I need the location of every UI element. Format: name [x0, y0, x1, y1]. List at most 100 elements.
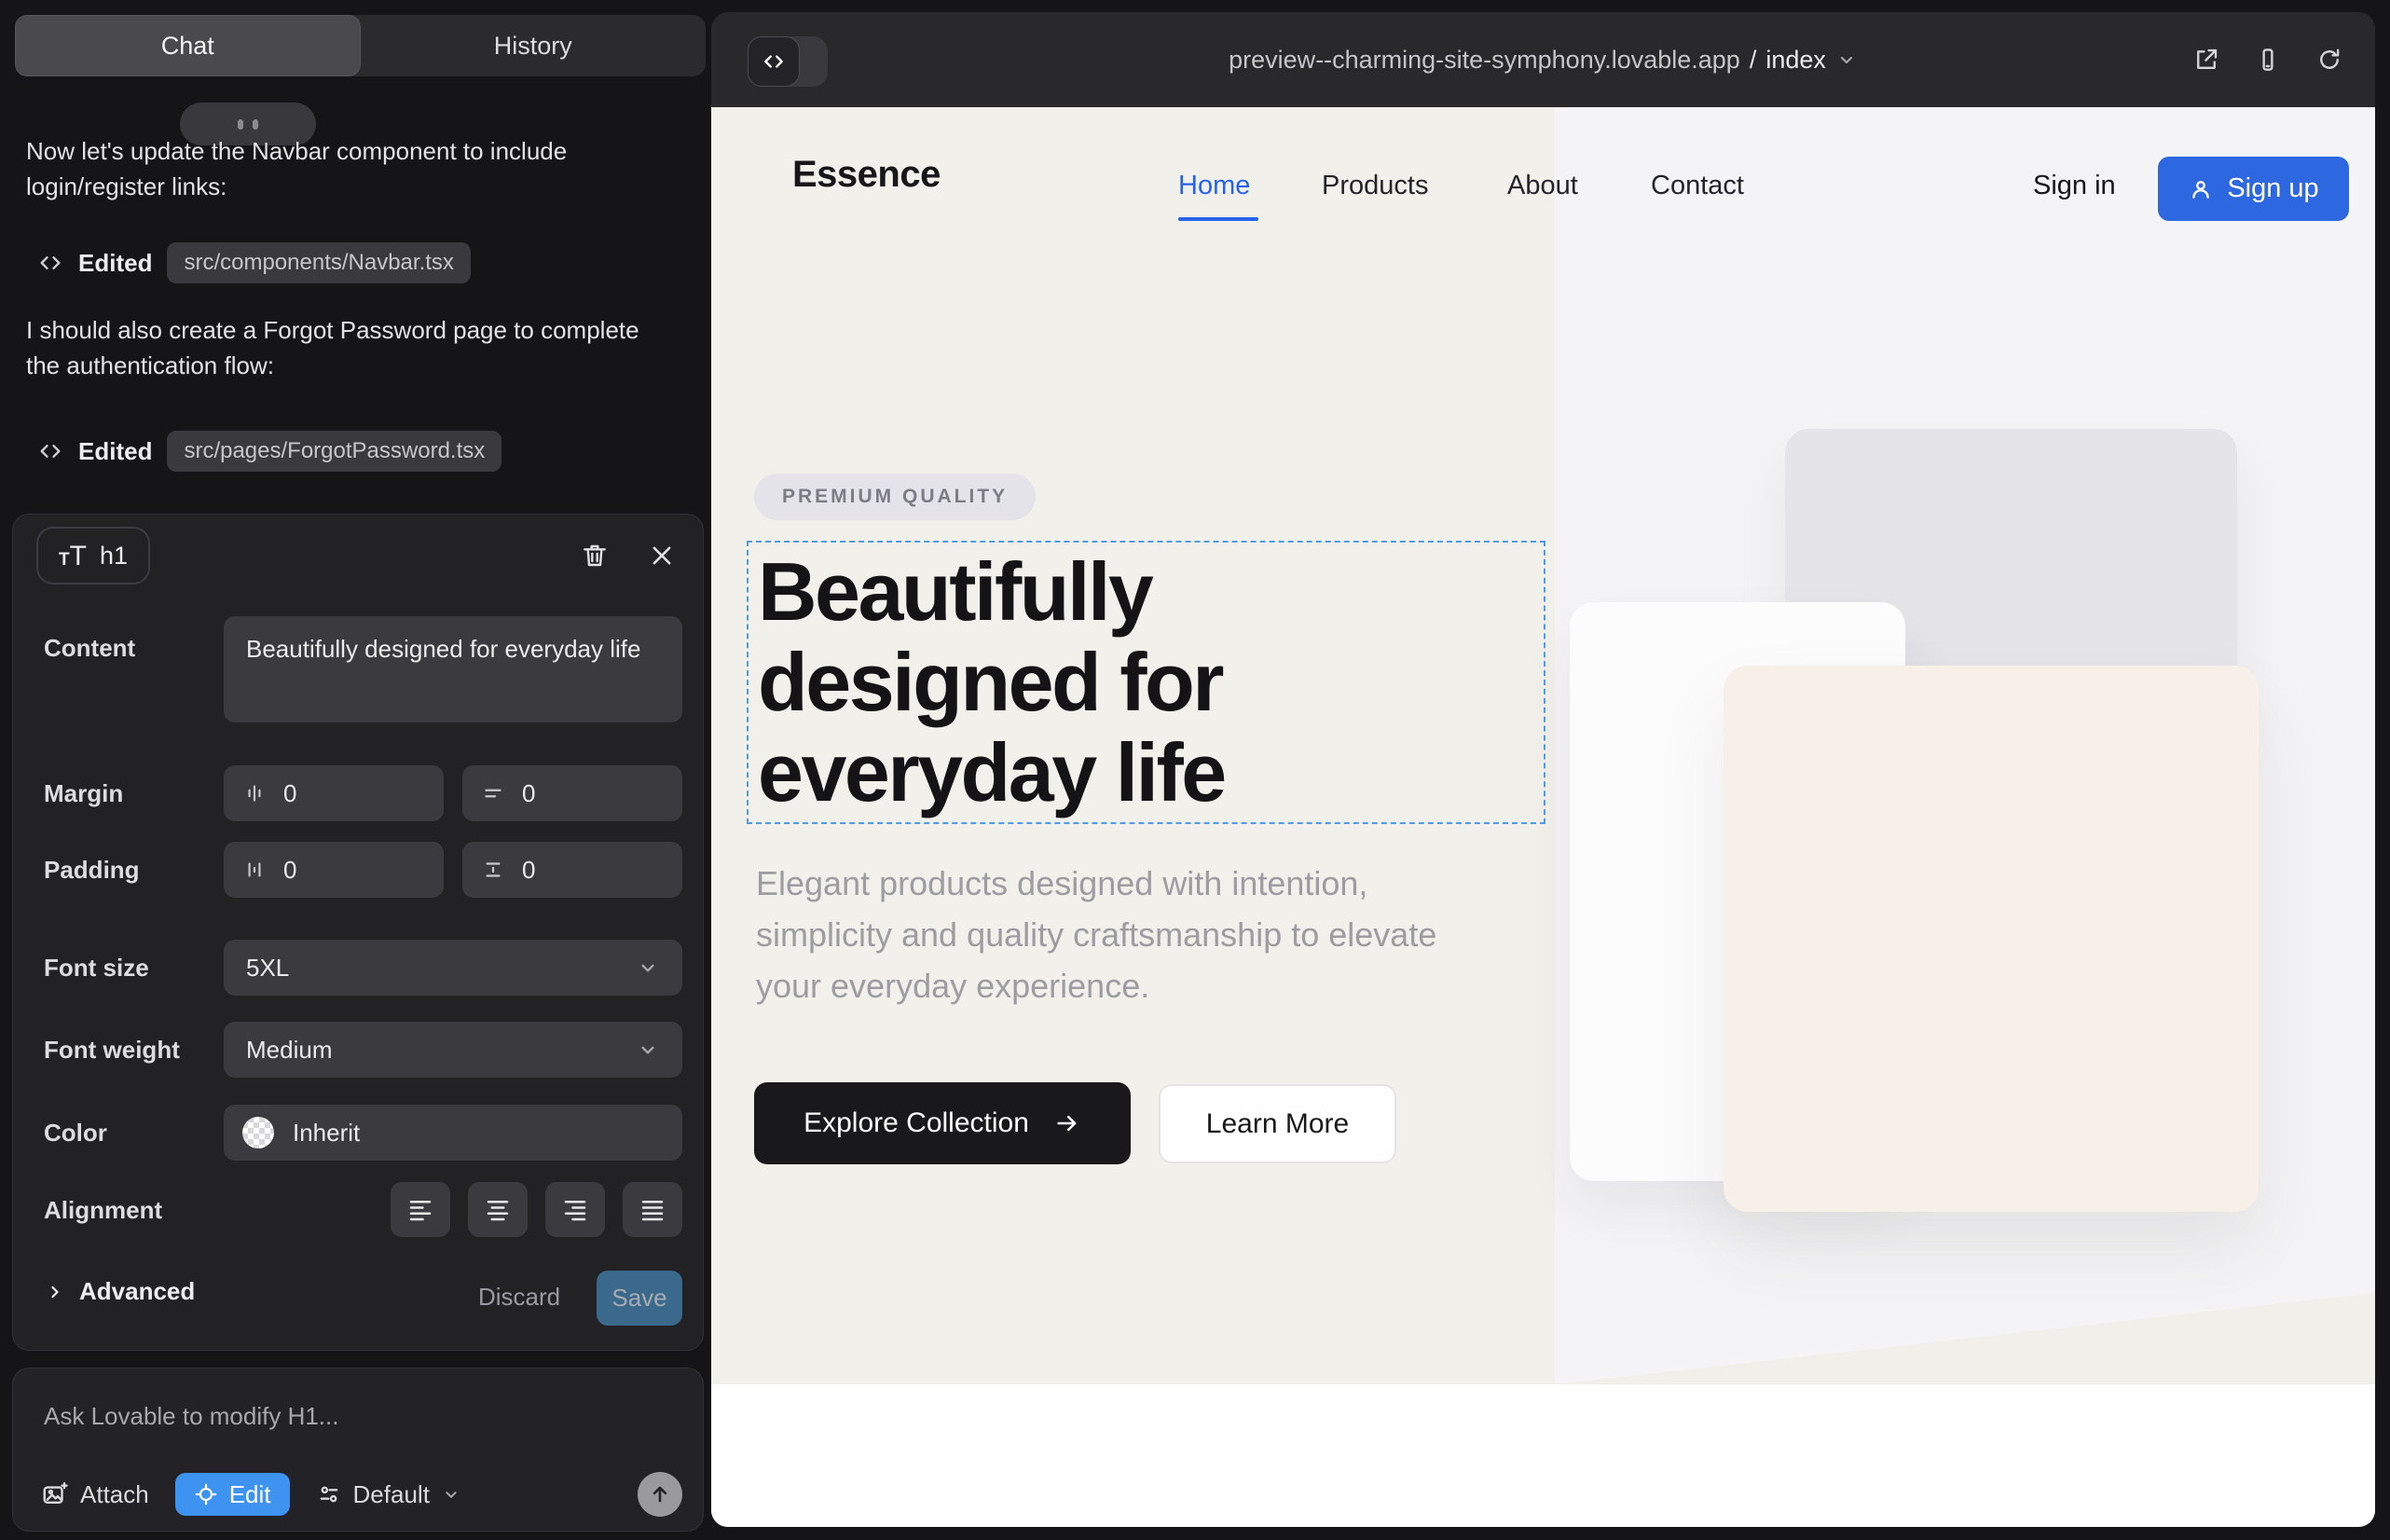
mobile-view-icon[interactable]	[2254, 46, 2282, 74]
file-chip[interactable]: src/components/Navbar.tsx	[167, 242, 470, 283]
sliders-icon	[316, 1481, 342, 1507]
hero-badge: PREMIUM QUALITY	[754, 474, 1036, 520]
edit-label: Edit	[229, 1480, 271, 1509]
color-label: Color	[44, 1119, 107, 1148]
chevron-down-icon	[636, 956, 660, 980]
margin-x-input[interactable]: 0	[224, 765, 444, 821]
margin-x-icon	[242, 781, 267, 805]
open-external-icon[interactable]	[2192, 46, 2220, 74]
padding-y-icon	[481, 858, 505, 882]
font-weight-select[interactable]: Medium	[224, 1022, 682, 1078]
chat-composer[interactable]: Ask Lovable to modify H1... Attach Edit …	[12, 1368, 704, 1532]
preview-window: preview--charming-site-symphony.lovable.…	[711, 12, 2375, 1527]
align-left-icon	[406, 1196, 434, 1224]
edited-file-row: Edited src/components/Navbar.tsx	[37, 241, 471, 285]
hero-description: Elegant products designed with intention…	[756, 858, 1492, 1011]
mode-label: Default	[353, 1480, 430, 1509]
nav-link-about[interactable]: About	[1507, 171, 1578, 201]
tab-chat[interactable]: Chat	[15, 15, 361, 76]
preview-toolbar	[2192, 12, 2343, 107]
margin-y-icon	[481, 781, 505, 805]
content-value: Beautifully designed for everyday life	[246, 633, 640, 666]
site-page: Essence Home Products About Contact Sign…	[711, 107, 2375, 1527]
send-button[interactable]	[638, 1472, 682, 1517]
close-icon[interactable]	[649, 543, 675, 569]
trash-icon[interactable]	[580, 541, 610, 571]
align-right-button[interactable]	[545, 1182, 605, 1237]
discard-button[interactable]: Discard	[478, 1283, 560, 1312]
arrow-right-icon	[1053, 1109, 1081, 1137]
save-button[interactable]: Save	[597, 1271, 682, 1326]
font-weight-value: Medium	[246, 1036, 332, 1065]
code-icon	[37, 250, 63, 276]
preview-url-bar[interactable]: preview--charming-site-symphony.lovable.…	[711, 12, 2375, 107]
send-arrow-icon	[648, 1482, 672, 1506]
advanced-label: Advanced	[79, 1277, 195, 1306]
edit-mode-button[interactable]: Edit	[175, 1473, 290, 1516]
advanced-toggle[interactable]: Advanced	[44, 1277, 195, 1306]
font-size-value: 5XL	[246, 954, 289, 983]
padding-x-icon	[242, 858, 267, 882]
sign-in-link[interactable]: Sign in	[2033, 171, 2116, 201]
decorative-card-cream	[1724, 666, 2259, 1212]
padding-x-input[interactable]: 0	[224, 842, 444, 898]
align-justify-icon	[639, 1196, 666, 1224]
mode-select[interactable]: Default	[316, 1480, 461, 1509]
chevron-down-icon	[636, 1038, 660, 1062]
margin-y-input[interactable]: 0	[462, 765, 682, 821]
edited-label: Edited	[78, 249, 152, 278]
selected-element-tag: TT h1	[36, 527, 150, 584]
font-size-label: Font size	[44, 954, 149, 983]
preview-url-domain: preview--charming-site-symphony.lovable.…	[1229, 46, 1740, 75]
align-right-icon	[561, 1196, 589, 1224]
nav-link-contact[interactable]: Contact	[1651, 171, 1744, 201]
color-select[interactable]: Inherit	[224, 1105, 682, 1161]
chat-message: I should also create a Forgot Password p…	[26, 313, 669, 383]
tab-history-label: History	[494, 32, 572, 61]
attach-button[interactable]: Attach	[41, 1480, 149, 1509]
padding-label: Padding	[44, 856, 140, 885]
padding-x-value: 0	[283, 856, 296, 885]
typography-icon: TT	[59, 543, 87, 569]
color-value: Inherit	[293, 1119, 360, 1148]
chevron-right-icon	[44, 1281, 66, 1303]
chevron-down-icon	[441, 1484, 461, 1505]
composer-input[interactable]: Ask Lovable to modify H1...	[44, 1402, 338, 1431]
refresh-icon[interactable]	[2315, 46, 2343, 74]
url-separator: /	[1750, 46, 1757, 75]
chat-tabbar: Chat History	[15, 15, 706, 76]
align-justify-button[interactable]	[623, 1182, 682, 1237]
chat-message: Now let's update the Navbar component to…	[26, 134, 669, 204]
alignment-label: Alignment	[44, 1196, 162, 1225]
margin-x-value: 0	[283, 779, 296, 808]
tab-chat-label: Chat	[161, 32, 214, 61]
align-center-button[interactable]	[468, 1182, 528, 1237]
code-icon	[37, 438, 63, 464]
site-logo[interactable]: Essence	[792, 154, 941, 196]
element-editor-panel: TT h1 Content Beautifully designed for e…	[12, 514, 704, 1351]
learn-more-label: Learn More	[1206, 1108, 1349, 1140]
save-label: Save	[611, 1284, 666, 1313]
explore-collection-button[interactable]: Explore Collection	[754, 1082, 1131, 1164]
nav-link-products[interactable]: Products	[1322, 171, 1428, 201]
learn-more-button[interactable]: Learn More	[1159, 1084, 1396, 1163]
nav-link-home[interactable]: Home	[1178, 171, 1250, 201]
composer-toolbar: Attach Edit Default	[41, 1469, 682, 1519]
tab-history[interactable]: History	[361, 15, 707, 76]
sign-up-button[interactable]: Sign up	[2158, 157, 2349, 221]
user-icon	[2188, 176, 2214, 202]
chevron-down-icon	[1835, 48, 1858, 71]
font-size-select[interactable]: 5XL	[224, 940, 682, 996]
edit-target-icon	[194, 1482, 218, 1506]
explore-collection-label: Explore Collection	[804, 1107, 1029, 1139]
content-input[interactable]: Beautifully designed for everyday life	[224, 616, 682, 722]
align-left-button[interactable]	[391, 1182, 450, 1237]
content-label: Content	[44, 634, 135, 663]
hero-heading[interactable]: Beautifully designed for everyday life	[758, 547, 1317, 818]
align-center-icon	[484, 1196, 512, 1224]
edited-label: Edited	[78, 437, 152, 466]
padding-y-input[interactable]: 0	[462, 842, 682, 898]
file-chip[interactable]: src/pages/ForgotPassword.tsx	[167, 431, 501, 472]
attach-label: Attach	[80, 1480, 149, 1509]
preview-url-page: index	[1765, 46, 1826, 75]
